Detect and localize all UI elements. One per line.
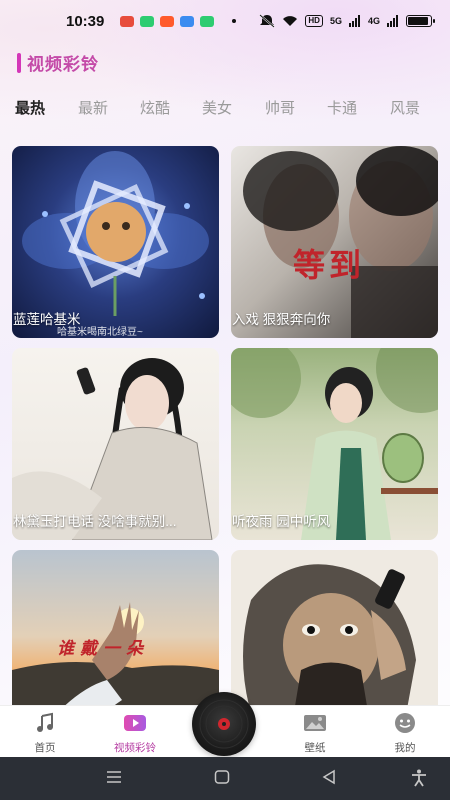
mute-icon [259, 14, 276, 28]
menu-icon[interactable] [106, 769, 122, 785]
battery-level [408, 17, 428, 25]
status-bar: 10:39 HD 5G 4G [0, 0, 450, 42]
smiley-icon [365, 712, 445, 734]
tab-cartoon[interactable]: 卡通 [327, 97, 357, 118]
notification-icons [120, 15, 237, 27]
page-title: 视频彩铃 [27, 55, 99, 74]
back-icon[interactable] [321, 769, 337, 785]
title-accent-bar [17, 52, 21, 73]
category-tabs: 最热 最新 炫酷 美女 帅哥 卡通 风景 [0, 97, 450, 123]
signal-icon [348, 15, 360, 27]
accessibility-icon[interactable] [411, 769, 427, 787]
nav-video-ringtone[interactable]: 视频彩铃 [95, 712, 175, 755]
video-card[interactable]: 蓝莲哈基米 哈基米喝南北绿豆~ [12, 146, 219, 338]
app-notification-icon [140, 15, 155, 27]
video-card[interactable]: 听夜雨 园中听风 [231, 348, 438, 540]
thumbnail-art-text: 谁戴一朵 [57, 639, 149, 659]
nav-home[interactable]: 首页 [5, 712, 85, 755]
video-thumbnail [12, 602, 219, 706]
nav-profile[interactable]: 我的 [365, 712, 445, 755]
signal-5g-label: 5G [329, 16, 342, 26]
image-icon [275, 712, 355, 734]
nav-label: 首页 [34, 742, 56, 754]
app-notification-icon [160, 15, 175, 27]
tab-hottest[interactable]: 最热 [15, 97, 45, 118]
page-title-container: 视频彩铃 [17, 50, 99, 75]
card-caption: 入戏 狠狠奔向你 [232, 312, 331, 327]
tab-newest[interactable]: 最新 [78, 97, 108, 118]
nav-label: 我的 [394, 742, 416, 754]
app-notification-icon [180, 15, 195, 27]
nav-wallpaper[interactable]: 壁纸 [275, 712, 355, 755]
app-notification-icon [120, 15, 135, 27]
status-time: 10:39 [66, 12, 105, 30]
system-navigation-bar [0, 757, 450, 800]
app-notification-icon [200, 15, 215, 27]
status-right: HD 5G 4G [259, 14, 435, 28]
hd-badge: HD [305, 15, 323, 27]
tab-handsome[interactable]: 帅哥 [265, 97, 295, 118]
tab-beauty[interactable]: 美女 [202, 97, 232, 118]
video-ringtone-grid: 蓝莲哈基米 哈基米喝南北绿豆~ 等到 入戏 狠狠奔向你 林黛玉打电话 没啥事就别… [12, 146, 438, 706]
thumbnail-art-text: 等到 [293, 246, 366, 284]
video-thumbnail [243, 564, 416, 706]
more-notifications-icon [232, 19, 237, 23]
video-card[interactable]: 等到 入戏 狠狠奔向你 [231, 146, 438, 338]
card-subtitle: 哈基米喝南北绿豆~ [57, 327, 143, 338]
video-card[interactable]: 林黛玉打电话 没啥事就别... [12, 348, 219, 540]
card-caption: 听夜雨 园中听风 [232, 514, 331, 529]
nav-label: 壁纸 [304, 742, 326, 754]
video-card[interactable] [231, 550, 438, 706]
video-card[interactable]: 谁戴一朵 [12, 550, 219, 706]
wifi-icon [283, 16, 298, 26]
tab-cool[interactable]: 炫酷 [140, 97, 170, 118]
video-icon [95, 712, 175, 734]
record-label [218, 718, 230, 730]
tab-scenery[interactable]: 风景 [390, 97, 420, 118]
battery-icon [406, 15, 435, 27]
signal-4g-label: 4G [367, 16, 380, 26]
nav-label: 视频彩铃 [114, 742, 156, 754]
card-caption: 林黛玉打电话 没啥事就别... [13, 514, 177, 529]
signal-icon [387, 15, 398, 27]
vinyl-record-button[interactable] [192, 692, 256, 756]
home-icon[interactable] [214, 769, 230, 785]
music-note-icon [5, 712, 85, 734]
